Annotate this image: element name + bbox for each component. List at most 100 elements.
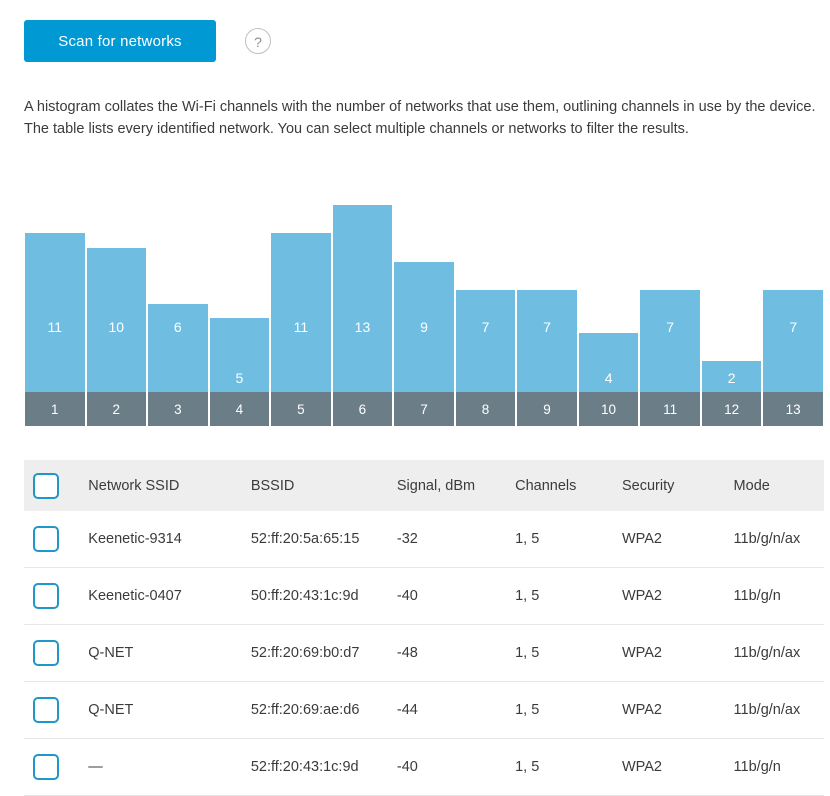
cell-security: WPA2 — [622, 511, 734, 568]
histogram-bar-channel-1[interactable]: 11 — [24, 195, 86, 392]
axis-tick-channel-2[interactable]: 2 — [86, 392, 148, 426]
table-header-row: Network SSID BSSID Signal, dBm Channels … — [24, 460, 824, 511]
histogram-bar-channel-2[interactable]: 10 — [86, 195, 148, 392]
histogram-bar-channel-12[interactable]: 2 — [701, 195, 763, 392]
axis-tick-channel-7[interactable]: 7 — [393, 392, 455, 426]
table-row[interactable]: Keenetic-040750:ff:20:43:1c:9d-401, 5WPA… — [24, 568, 824, 625]
row-select-cell — [24, 739, 88, 796]
row-select-cell — [24, 682, 88, 739]
column-header-ssid[interactable]: Network SSID — [88, 460, 251, 511]
row-select-checkbox[interactable] — [33, 526, 59, 552]
cell-mode: 11b/g/n/ax — [734, 511, 824, 568]
axis-tick-channel-1[interactable]: 1 — [24, 392, 86, 426]
cell-security: WPA2 — [622, 682, 734, 739]
histogram-bar-channel-5[interactable]: 11 — [270, 195, 332, 392]
bar-value-label: 4 — [579, 370, 639, 386]
histogram-bar-channel-10[interactable]: 4 — [578, 195, 640, 392]
cell-bssid: 50:ff:20:43:1c:9d — [251, 568, 397, 625]
page-description: A histogram collates the Wi-Fi channels … — [24, 96, 816, 140]
axis-tick-channel-4[interactable]: 4 — [209, 392, 271, 426]
select-all-checkbox[interactable] — [33, 473, 59, 499]
bar-rect: 7 — [455, 290, 517, 392]
column-header-security[interactable]: Security — [622, 460, 734, 511]
select-all-header — [24, 460, 88, 511]
histogram-bars: 11106511139774727 — [24, 195, 824, 392]
column-header-channels[interactable]: Channels — [515, 460, 622, 511]
action-toolbar: Scan for networks ? — [24, 20, 271, 62]
row-select-checkbox[interactable] — [33, 754, 59, 780]
bar-rect: 13 — [332, 205, 394, 392]
networks-table: Network SSID BSSID Signal, dBm Channels … — [24, 460, 824, 796]
cell-ssid: — — [88, 739, 251, 796]
cell-ssid: Q-NET — [88, 682, 251, 739]
bar-rect: 7 — [762, 290, 824, 392]
bar-value-label: 7 — [456, 319, 516, 335]
cell-signal: -40 — [397, 568, 515, 625]
help-question-icon[interactable]: ? — [245, 28, 271, 54]
axis-tick-channel-11[interactable]: 11 — [639, 392, 701, 426]
bar-rect: 6 — [147, 304, 209, 392]
histogram-bar-channel-13[interactable]: 7 — [762, 195, 824, 392]
histogram-bar-channel-6[interactable]: 13 — [332, 195, 394, 392]
table-header: Network SSID BSSID Signal, dBm Channels … — [24, 460, 824, 511]
cell-channels: 1, 5 — [515, 625, 622, 682]
column-header-bssid[interactable]: BSSID — [251, 460, 397, 511]
bar-value-label: 7 — [640, 319, 700, 335]
table-body: Keenetic-931452:ff:20:5a:65:15-321, 5WPA… — [24, 511, 824, 796]
table-row[interactable]: Q-NET52:ff:20:69:b0:d7-481, 5WPA211b/g/n… — [24, 625, 824, 682]
bar-rect: 9 — [393, 262, 455, 392]
row-select-checkbox[interactable] — [33, 583, 59, 609]
histogram-bar-channel-11[interactable]: 7 — [639, 195, 701, 392]
bar-rect: 7 — [639, 290, 701, 392]
bar-rect: 5 — [209, 318, 271, 392]
column-header-mode[interactable]: Mode — [734, 460, 824, 511]
cell-bssid: 52:ff:20:69:b0:d7 — [251, 625, 397, 682]
cell-channels: 1, 5 — [515, 511, 622, 568]
bar-value-label: 7 — [763, 319, 823, 335]
histogram-bar-channel-9[interactable]: 7 — [516, 195, 578, 392]
cell-security: WPA2 — [622, 568, 734, 625]
row-select-cell — [24, 568, 88, 625]
bar-rect: 2 — [701, 361, 763, 392]
table-row[interactable]: Q-NET52:ff:20:69:ae:d6-441, 5WPA211b/g/n… — [24, 682, 824, 739]
axis-tick-channel-12[interactable]: 12 — [701, 392, 763, 426]
cell-ssid: Q-NET — [88, 625, 251, 682]
cell-channels: 1, 5 — [515, 682, 622, 739]
cell-ssid: Keenetic-0407 — [88, 568, 251, 625]
axis-tick-channel-3[interactable]: 3 — [147, 392, 209, 426]
bar-rect: 11 — [270, 233, 332, 392]
row-select-checkbox[interactable] — [33, 640, 59, 666]
histogram-bar-channel-3[interactable]: 6 — [147, 195, 209, 392]
cell-signal: -44 — [397, 682, 515, 739]
row-select-checkbox[interactable] — [33, 697, 59, 723]
bar-rect: 10 — [86, 248, 148, 392]
axis-tick-channel-9[interactable]: 9 — [516, 392, 578, 426]
bar-value-label: 13 — [333, 319, 393, 335]
scan-for-networks-button[interactable]: Scan for networks — [24, 20, 216, 62]
bar-value-label: 10 — [87, 319, 147, 335]
bar-value-label: 11 — [271, 319, 331, 335]
axis-tick-channel-5[interactable]: 5 — [270, 392, 332, 426]
table-row[interactable]: Keenetic-931452:ff:20:5a:65:15-321, 5WPA… — [24, 511, 824, 568]
channel-histogram: 11106511139774727 12345678910111213 — [24, 195, 824, 426]
bar-rect: 11 — [24, 233, 86, 392]
axis-tick-channel-6[interactable]: 6 — [332, 392, 394, 426]
bar-rect: 4 — [578, 333, 640, 392]
bar-value-label: 9 — [394, 319, 454, 335]
bar-value-label: 11 — [25, 319, 85, 335]
axis-tick-channel-13[interactable]: 13 — [762, 392, 824, 426]
cell-mode: 11b/g/n/ax — [734, 625, 824, 682]
histogram-bar-channel-4[interactable]: 5 — [209, 195, 271, 392]
cell-ssid: Keenetic-9314 — [88, 511, 251, 568]
table-row[interactable]: —52:ff:20:43:1c:9d-401, 5WPA211b/g/n — [24, 739, 824, 796]
histogram-bar-channel-7[interactable]: 9 — [393, 195, 455, 392]
bar-value-label: 2 — [702, 370, 762, 386]
cell-mode: 11b/g/n — [734, 568, 824, 625]
cell-bssid: 52:ff:20:5a:65:15 — [251, 511, 397, 568]
axis-tick-channel-8[interactable]: 8 — [455, 392, 517, 426]
bar-value-label: 7 — [517, 319, 577, 335]
row-select-cell — [24, 625, 88, 682]
axis-tick-channel-10[interactable]: 10 — [578, 392, 640, 426]
histogram-bar-channel-8[interactable]: 7 — [455, 195, 517, 392]
column-header-signal[interactable]: Signal, dBm — [397, 460, 515, 511]
